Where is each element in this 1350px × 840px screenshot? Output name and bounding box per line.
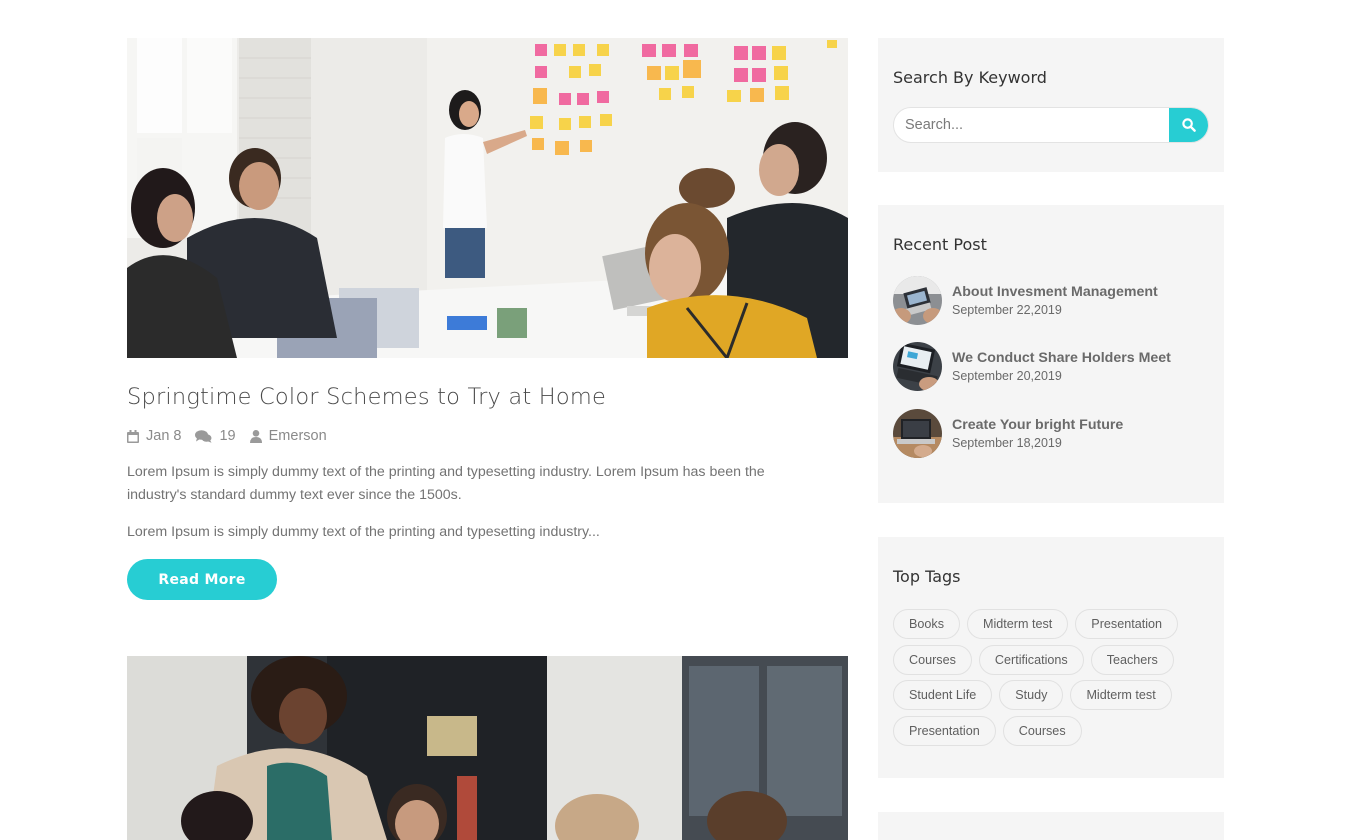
calendar-icon [127,429,139,443]
post-comments[interactable]: 19 [195,428,236,444]
search-box [893,107,1209,143]
recent-post-text: We Conduct Share Holders Meet September … [952,349,1171,384]
top-tags-title: Top Tags [893,567,961,586]
laptop-photo [893,408,942,458]
post-excerpt-2: Lorem Ipsum is simply dummy text of the … [127,524,600,540]
post-featured-image-2[interactable] [127,656,848,840]
meeting-photo [127,38,848,358]
tag-link[interactable]: Student Life [893,680,993,710]
post-author[interactable]: Emerson [249,428,327,444]
post-date-text: Jan 8 [146,428,182,444]
recent-post-text: Create Your bright Future September 18,2… [952,416,1123,451]
tag-link[interactable]: Certifications [978,644,1084,675]
tag-link[interactable]: Midterm test [967,609,1069,639]
tag-link[interactable]: Study [999,680,1064,710]
tag-link[interactable]: Presentation [1075,609,1179,639]
tag-link[interactable]: Teachers [1090,644,1174,675]
blog-page: Springtime Color Schemes to Try at Home … [0,0,1350,840]
recent-post-date: September 20,2019 [952,369,1062,383]
recent-post-thumbnail[interactable] [893,342,942,391]
search-button[interactable] [1169,108,1208,142]
post-author-name: Emerson [268,428,327,444]
recent-post-item[interactable]: We Conduct Share Holders Meet September … [893,342,1213,392]
top-tags-widget: Top Tags Books Midterm test Presentation… [878,537,1224,778]
post-meta: Jan 8 19 Emerson [127,426,341,446]
tag-link[interactable]: Courses [1002,715,1082,746]
tag-list: Books Midterm test Presentation Courses … [893,609,1193,751]
post-date: Jan 8 [127,428,181,444]
recent-post-widget: Recent Post About Invesment Management S… [878,205,1224,503]
comments-icon [195,429,212,443]
tag-link[interactable]: Courses [893,644,972,675]
post-featured-image[interactable] [127,38,848,358]
user-icon [249,429,262,443]
search-widget: Search By Keyword [878,38,1224,172]
tag-link[interactable]: Books [893,609,961,639]
laptop-photo [893,342,942,391]
recent-post-date: September 22,2019 [952,302,1062,317]
post-title[interactable]: Springtime Color Schemes to Try at Home [127,384,606,410]
recent-post-title-text[interactable]: We Conduct Share Holders Meet [952,349,1171,367]
post-excerpt-1: Lorem Ipsum is simply dummy text of the … [127,464,765,503]
read-more-button[interactable]: Read More [127,559,277,600]
next-widget [878,812,1224,840]
search-widget-title: Search By Keyword [893,68,1047,87]
post-comments-count: 19 [219,428,236,444]
tag-link[interactable]: Midterm test [1070,680,1172,710]
laptop-photo [893,275,942,325]
search-input[interactable] [894,108,1171,142]
recent-post-title: Recent Post [893,235,987,254]
recent-post-title-text[interactable]: About Invesment Management [952,283,1158,301]
recent-post-date: September 18,2019 [952,435,1062,450]
recent-post-text: About Invesment Management September 22,… [952,283,1158,318]
recent-post-item[interactable]: Create Your bright Future September 18,2… [893,408,1213,458]
recent-post-thumbnail[interactable] [893,408,942,458]
recent-post-item[interactable]: About Invesment Management September 22,… [893,275,1213,325]
recent-post-title-text[interactable]: Create Your bright Future [952,416,1123,434]
search-icon [1182,118,1196,132]
recent-post-list: About Invesment Management September 22,… [893,275,1213,475]
tag-link[interactable]: Presentation [893,715,996,746]
team-photo [127,656,848,840]
recent-post-thumbnail[interactable] [893,275,942,325]
